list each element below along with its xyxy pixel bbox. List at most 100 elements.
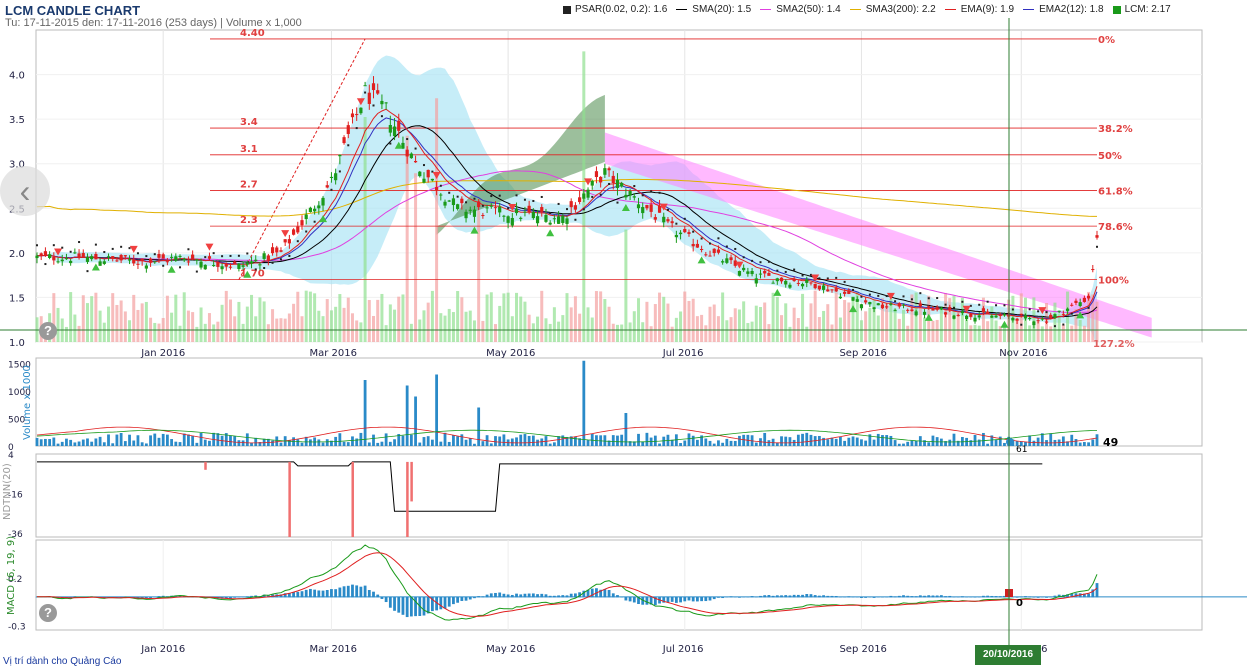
candle [565, 218, 569, 224]
volume-axis-title: Volume x 1000 [22, 365, 33, 440]
macd-hist-bar [237, 596, 241, 598]
ad-placeholder[interactable]: Vị trí dành cho Quảng Cáo [3, 656, 121, 667]
macd-hist-bar [960, 596, 964, 598]
volume-overlay-bar [346, 297, 350, 342]
candle [582, 193, 586, 199]
candle [527, 205, 531, 213]
x-tick-label: Sep 2016 [839, 644, 886, 655]
psar-dot [591, 195, 594, 198]
volume-bar [170, 439, 174, 446]
candle [624, 194, 628, 198]
volume-bar [309, 439, 312, 446]
psar-dot [666, 208, 669, 211]
psar-dot [1096, 245, 1098, 248]
macd-hist-bar [687, 596, 691, 601]
signal-marker [281, 230, 290, 238]
volume-overlay-bar [868, 307, 872, 342]
volume-overlay-bar [228, 299, 232, 342]
candle [973, 317, 977, 322]
volume-overlay-bar [658, 292, 662, 342]
psar-dot [372, 104, 375, 107]
psar-dot [523, 198, 526, 201]
candle [52, 256, 56, 261]
macd-hist-bar [1053, 595, 1057, 598]
macd-hist-bar [885, 596, 889, 598]
macd-hist-bar [733, 596, 737, 598]
volume-overlay-bar [519, 296, 523, 342]
chart-canvas[interactable]: Jan 2016 Jan 2016 Mar 2016 Mar 2016 May 2016… [0, 0, 1247, 672]
macd-hist-bar [982, 595, 985, 598]
volume-overlay-bar [304, 290, 308, 342]
volume-overlay-bar [384, 325, 388, 342]
macd-hist-bar [611, 593, 615, 598]
candle [519, 217, 523, 219]
volume-overlay-bar [914, 292, 918, 342]
volume-overlay-bar [536, 316, 540, 342]
candle [90, 256, 94, 260]
chevron-left-icon[interactable]: ‹ [0, 166, 50, 216]
volume-bar [1095, 434, 1099, 446]
macd-hist-bar [624, 596, 628, 601]
volume-overlay-bar [292, 303, 296, 342]
volume-overlay-bar [136, 309, 140, 342]
macd-hist-bar [334, 589, 338, 598]
macd-hist-bar [780, 595, 783, 598]
volume-overlay-bar [704, 325, 708, 342]
macd-hist-bar [704, 596, 708, 602]
sma50-line [36, 170, 1098, 313]
macd-hist-bar [603, 589, 607, 598]
volume-overlay-bar [199, 307, 203, 342]
candle [809, 282, 813, 284]
help-icon[interactable]: ? [39, 322, 57, 340]
candle [435, 187, 439, 191]
volume-overlay-bar [986, 321, 990, 342]
candle [716, 249, 721, 253]
macd-hist-bar [805, 594, 809, 598]
volume-overlay-bar [195, 326, 199, 342]
candle [228, 266, 233, 268]
volume-overlay-bar [906, 325, 910, 342]
candle [313, 208, 317, 212]
volume-bar [1049, 433, 1053, 446]
volume-overlay-bar [69, 292, 73, 342]
candle [906, 309, 910, 311]
volume-overlay-bar [493, 324, 497, 342]
volume-bar [687, 433, 691, 446]
candle [548, 222, 552, 225]
macd-hist-bar [401, 596, 405, 615]
volume-overlay-bar [515, 292, 519, 342]
volume-overlay-bar [153, 322, 157, 342]
psar-dot [1053, 325, 1056, 328]
volume-overlay-bar [1019, 293, 1023, 342]
macd-hist-bar [1040, 596, 1044, 598]
psar-dot [162, 264, 165, 267]
volume-overlay-bar [552, 307, 556, 342]
volume-overlay-bar [186, 310, 190, 342]
psar-dot [751, 259, 754, 262]
volume-overlay-bar [599, 291, 603, 342]
candle [792, 279, 796, 282]
candle [986, 311, 990, 314]
candle [308, 207, 313, 212]
fib-pct-label: 100% [1098, 276, 1129, 287]
candle [321, 197, 325, 206]
volume-bar [338, 433, 342, 446]
volume-overlay-bar [123, 311, 127, 342]
volume-overlay-bar [712, 304, 716, 342]
candle [237, 263, 241, 269]
macd-hist-bar [523, 593, 527, 598]
volume-overlay-bar [666, 303, 670, 342]
volume-overlay-bar [64, 326, 68, 342]
help-icon-macd[interactable]: ? [39, 604, 57, 622]
macd-hist-bar [986, 595, 990, 598]
volume-overlay-bar [708, 306, 712, 342]
candle [334, 173, 338, 181]
macd-hist-bar [485, 594, 489, 598]
psar-dot [868, 293, 871, 296]
psar-dot [885, 295, 888, 298]
volume-bar [733, 440, 737, 446]
volume-overlay-bar [578, 313, 582, 342]
candle [64, 258, 69, 260]
psar-dot [709, 242, 712, 245]
volume-overlay-bar [498, 305, 502, 342]
